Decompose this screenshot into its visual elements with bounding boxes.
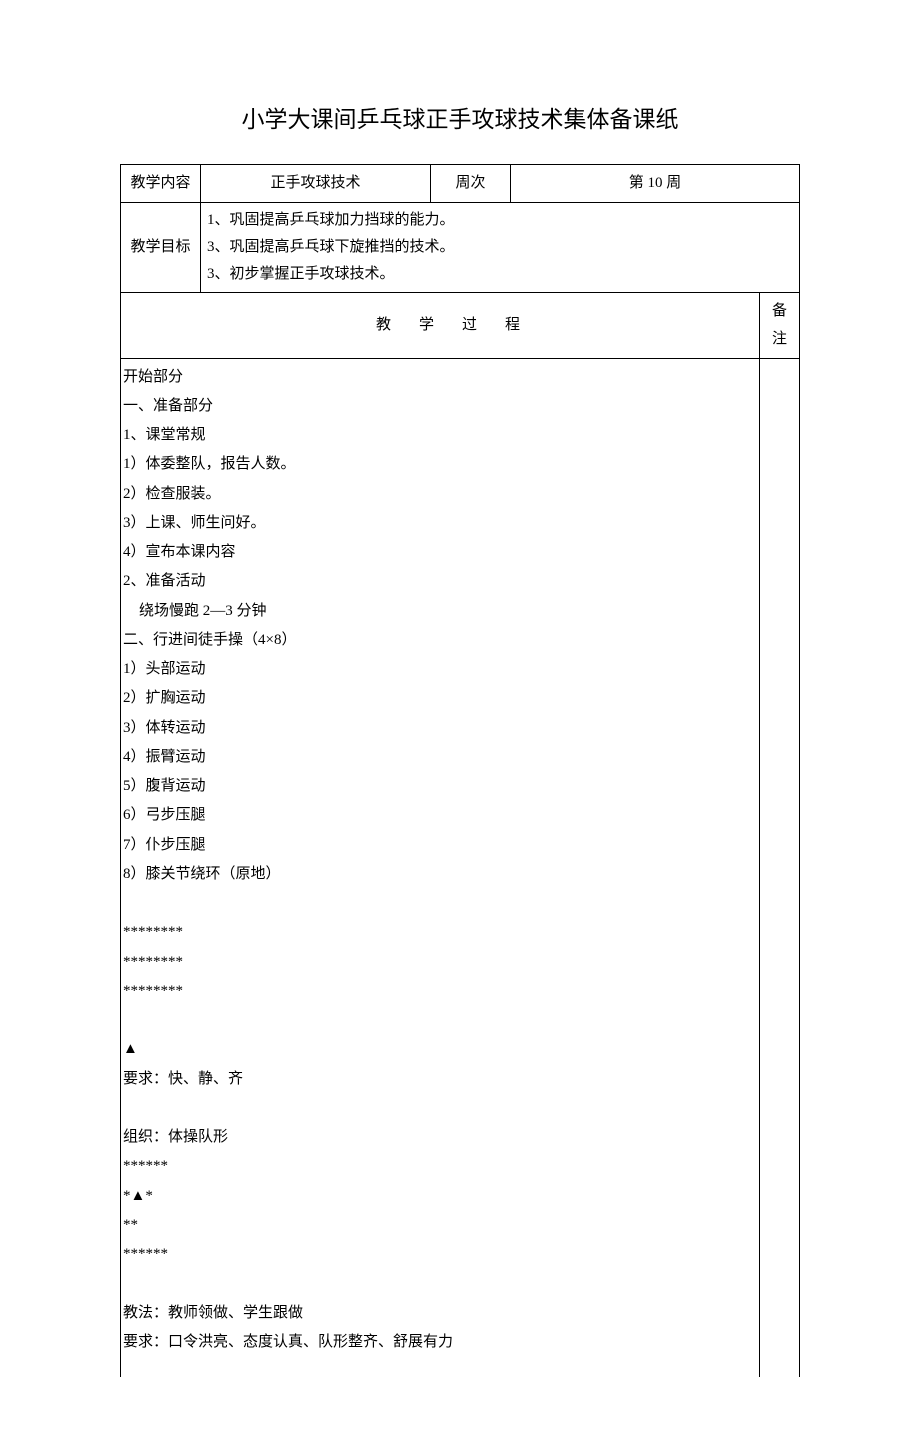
content-line: 4）宣布本课内容 — [123, 538, 759, 567]
row-process-header: 教学过程 备注 — [121, 292, 800, 358]
content-line: ** — [123, 1211, 759, 1240]
content-line: 6）弓步压腿 — [123, 801, 759, 830]
content-line: 要求：快、静、齐 — [123, 1065, 759, 1094]
remark-cell — [760, 358, 800, 1377]
blank-line — [123, 889, 759, 918]
content-line: 二、行进间徒手操（4×8） — [123, 626, 759, 655]
page-title: 小学大课间乒乓球正手攻球技术集体备课纸 — [120, 100, 800, 134]
content-label: 教学内容 — [121, 165, 201, 203]
content-line: 组织：体操队形 — [123, 1123, 759, 1152]
objective-label: 教学目标 — [121, 202, 201, 292]
process-content: 开始部分一、准备部分1、课堂常规1）体委整队，报告人数。2）检查服装。3）上课、… — [121, 358, 760, 1377]
content-line: 一、准备部分 — [123, 392, 759, 421]
objective-value: 1、巩固提高乒乓球加力挡球的能力。3、巩固提高乒乓球下旋推挡的技术。3、初步掌握… — [201, 202, 800, 292]
content-line: 教法：教师领做、学生跟做 — [123, 1299, 759, 1328]
objective-line: 3、初步掌握正手攻球技术。 — [207, 261, 793, 288]
blank-line — [123, 1006, 759, 1035]
content-line: 5）腹背运动 — [123, 772, 759, 801]
content-line: 1、课堂常规 — [123, 421, 759, 450]
row-process-body: 开始部分一、准备部分1、课堂常规1）体委整队，报告人数。2）检查服装。3）上课、… — [121, 358, 800, 1377]
content-line: 4）振臂运动 — [123, 743, 759, 772]
objective-line: 3、巩固提高乒乓球下旋推挡的技术。 — [207, 234, 793, 261]
content-line: ******** — [123, 977, 759, 1006]
content-line: 2、准备活动 — [123, 567, 759, 596]
objective-line: 1、巩固提高乒乓球加力挡球的能力。 — [207, 207, 793, 234]
blank-line — [123, 1094, 759, 1123]
content-line: 1）体委整队，报告人数。 — [123, 450, 759, 479]
lesson-table: 教学内容 正手攻球技术 周次 第 10 周 教学目标 1、巩固提高乒乓球加力挡球… — [120, 164, 800, 1377]
content-line: ******** — [123, 918, 759, 947]
content-line: 3）上课、师生问好。 — [123, 509, 759, 538]
remark-header: 备注 — [760, 292, 800, 358]
row-content: 教学内容 正手攻球技术 周次 第 10 周 — [121, 165, 800, 203]
content-line: 2）扩胸运动 — [123, 684, 759, 713]
content-line: 8）膝关节绕环（原地） — [123, 860, 759, 889]
week-label: 周次 — [431, 165, 511, 203]
content-line: 2）检查服装。 — [123, 480, 759, 509]
content-line: 绕场慢跑 2—3 分钟 — [123, 597, 759, 626]
row-objective: 教学目标 1、巩固提高乒乓球加力挡球的能力。3、巩固提高乒乓球下旋推挡的技术。3… — [121, 202, 800, 292]
blank-line — [123, 1269, 759, 1298]
week-value: 第 10 周 — [511, 165, 800, 203]
content-line: ▲ — [123, 1035, 759, 1064]
content-line: ******** — [123, 948, 759, 977]
content-line: 1）头部运动 — [123, 655, 759, 684]
content-line: 开始部分 — [123, 363, 759, 392]
content-line: ****** — [123, 1240, 759, 1269]
content-line: 3）体转运动 — [123, 714, 759, 743]
content-line: 7）仆步压腿 — [123, 831, 759, 860]
content-line: 要求：口令洪亮、态度认真、队形整齐、舒展有力 — [123, 1328, 759, 1357]
content-line: ****** — [123, 1152, 759, 1181]
process-header: 教学过程 — [121, 292, 760, 358]
content-line: *▲* — [123, 1182, 759, 1211]
content-value: 正手攻球技术 — [201, 165, 431, 203]
